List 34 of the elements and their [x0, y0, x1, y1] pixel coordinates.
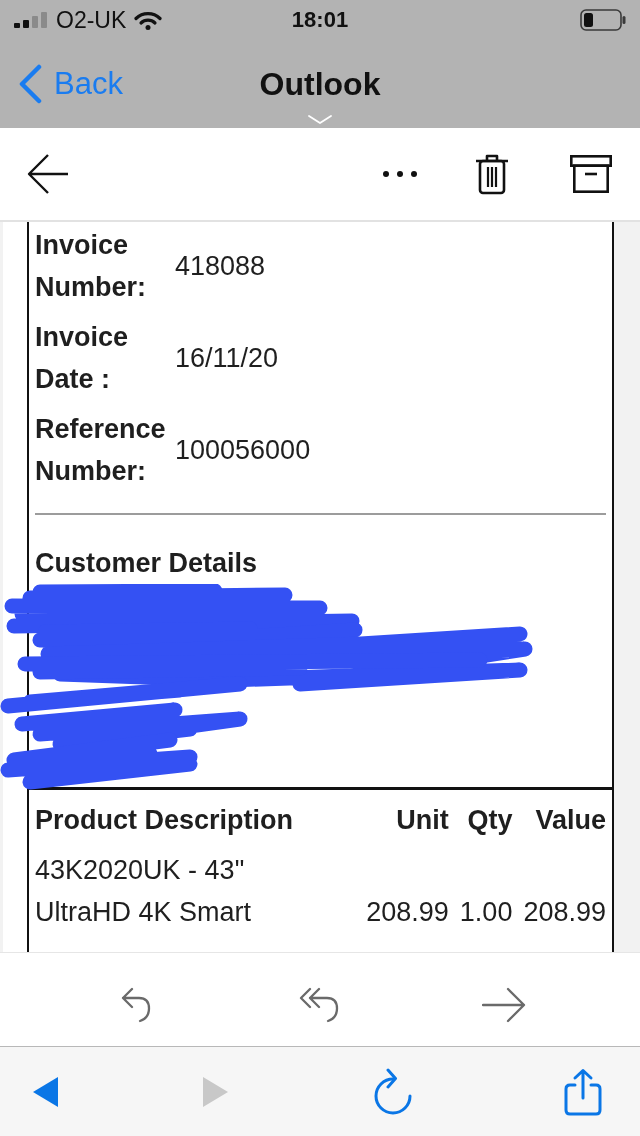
table-cell-text: 208.99: [366, 896, 449, 929]
field-value: 16/11/20: [175, 342, 280, 375]
table-cell-text: 208.99: [523, 896, 606, 929]
archive-icon[interactable]: [570, 155, 612, 193]
back-triangle-icon[interactable]: [33, 1076, 58, 1107]
field-value: 100056000: [175, 434, 312, 467]
signal-icon: [14, 12, 48, 28]
trash-icon[interactable]: [475, 153, 509, 195]
reload-icon[interactable]: [373, 1067, 413, 1116]
forward-arrow-icon[interactable]: [482, 986, 526, 1023]
field-label: Reference Number:: [35, 413, 167, 488]
status-time: 18:01: [291, 7, 349, 33]
reply-all-icon[interactable]: [299, 986, 341, 1023]
reply-icon[interactable]: [120, 986, 152, 1023]
battery-icon: [580, 9, 626, 31]
section-heading: Customer Details: [35, 547, 259, 580]
field-value: 418088: [175, 250, 267, 283]
more-icon[interactable]: [382, 170, 418, 178]
column-header: Unit: [395, 804, 449, 837]
share-icon[interactable]: [563, 1067, 603, 1116]
carrier-name: O2-UK: [56, 6, 127, 34]
back-arrow-icon[interactable]: [27, 154, 69, 194]
chevron-down-icon: [308, 115, 332, 124]
nav-title: Outlook: [259, 65, 381, 103]
wifi-icon: [134, 10, 163, 30]
field-label: Invoice Date :: [35, 321, 130, 396]
column-header: Qty: [466, 804, 513, 837]
chevron-left-icon: [18, 64, 42, 104]
table-cell-text: 43K2020UK - 43" UltraHD 4K Smart: [35, 854, 253, 929]
field-label: Invoice Number:: [35, 229, 147, 304]
back-button[interactable]: Back: [18, 64, 123, 104]
column-header: Value: [534, 804, 606, 837]
column-header: Product Description: [35, 804, 295, 837]
table-cell-text: 1.00: [459, 896, 513, 929]
